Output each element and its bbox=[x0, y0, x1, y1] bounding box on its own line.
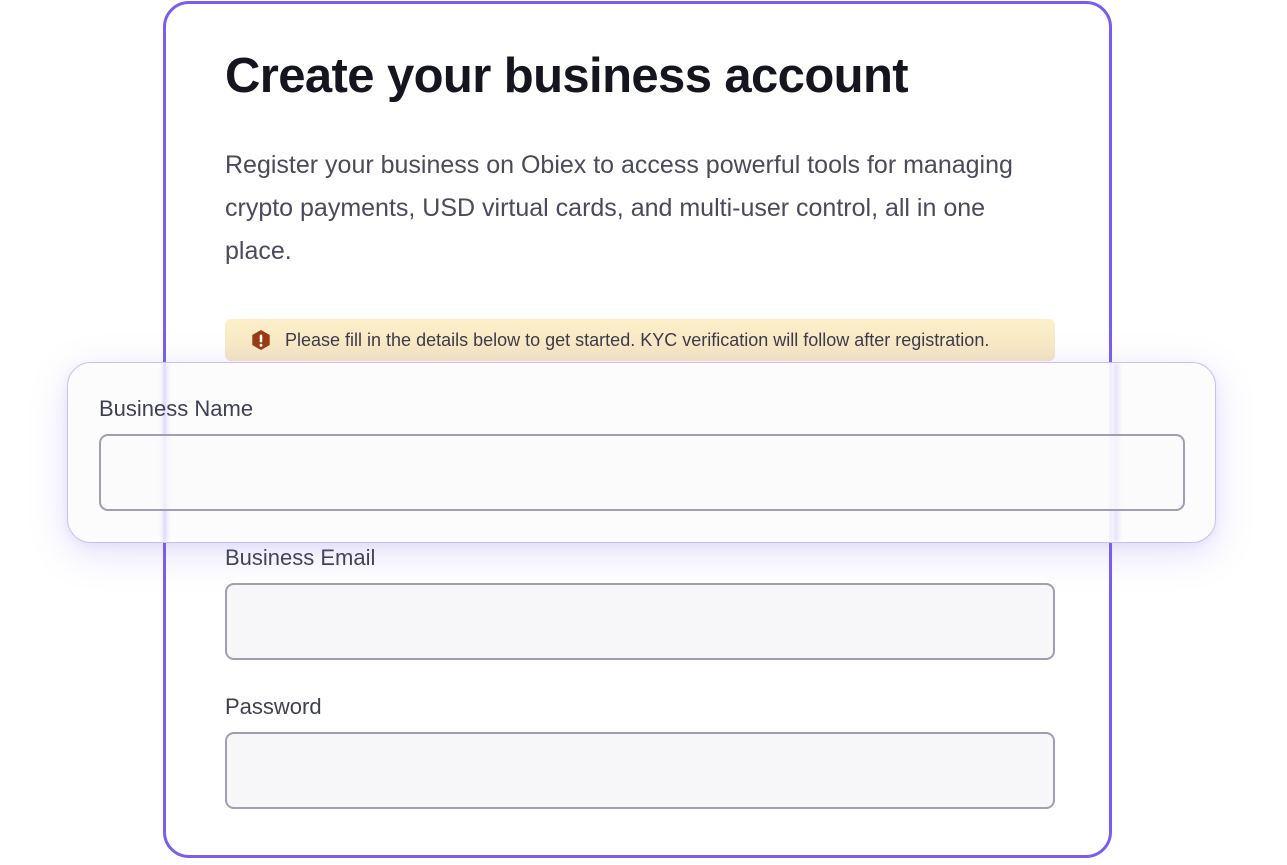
warning-icon-graphic bbox=[252, 330, 270, 350]
warning-icon bbox=[250, 329, 272, 351]
business-name-input[interactable] bbox=[99, 434, 1185, 511]
business-email-label: Business Email bbox=[225, 545, 376, 570]
kyc-notice-text: Please fill in the details below to get … bbox=[285, 329, 990, 350]
signup-screen: Create your business account Register yo… bbox=[0, 0, 1287, 865]
page-description: Register your business on Obiex to acces… bbox=[225, 151, 1013, 265]
business-email-input[interactable] bbox=[225, 583, 1055, 660]
business-name-floating-panel: Business Name bbox=[67, 362, 1216, 543]
page-title: Create your business account bbox=[225, 49, 909, 103]
kyc-notice-banner: Please fill in the details below to get … bbox=[225, 319, 1055, 361]
password-label: Password bbox=[225, 694, 322, 719]
password-input[interactable] bbox=[225, 732, 1055, 809]
business-name-label: Business Name bbox=[99, 396, 254, 421]
